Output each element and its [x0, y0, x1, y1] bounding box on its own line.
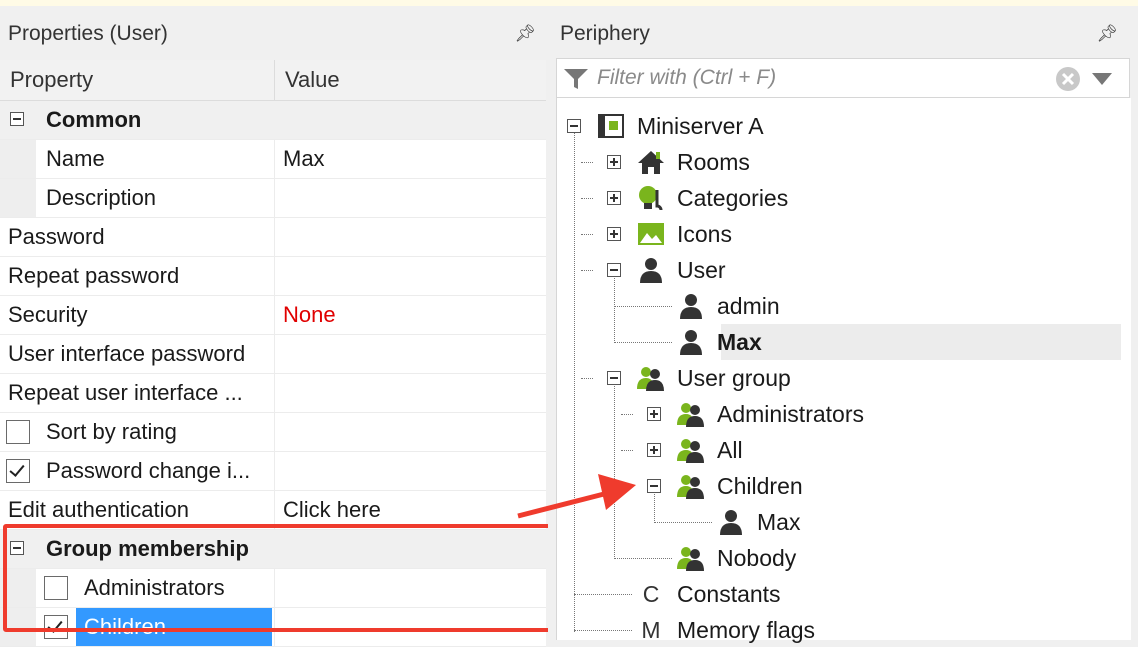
callout-arrow-icon [517, 474, 636, 519]
